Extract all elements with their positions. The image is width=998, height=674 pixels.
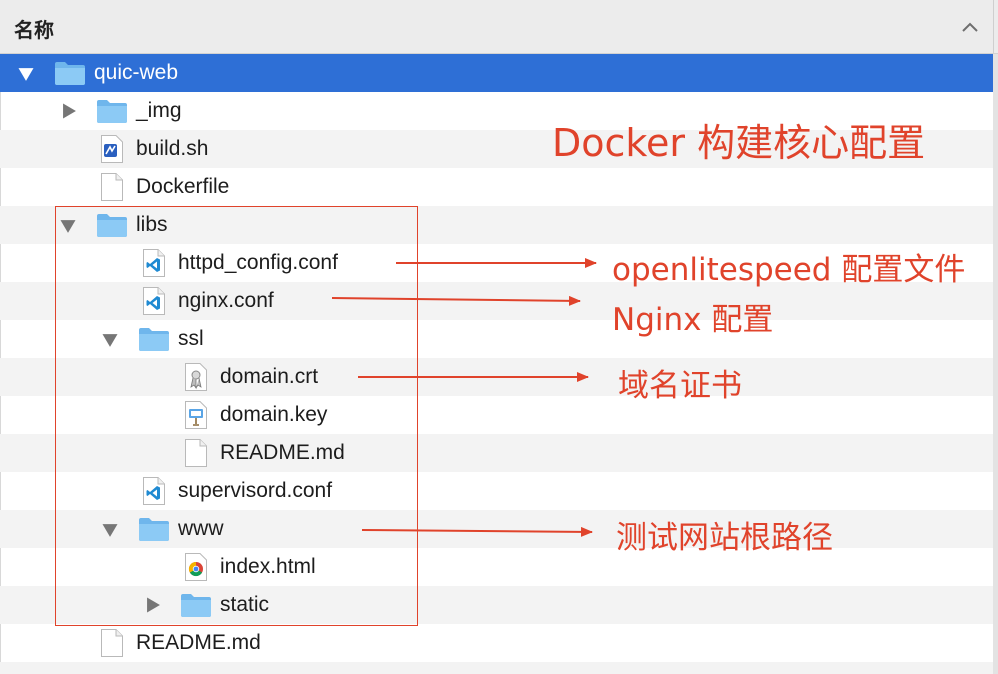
folder-icon bbox=[96, 98, 128, 124]
column-header[interactable]: 名称 bbox=[0, 0, 998, 54]
item-label: Dockerfile bbox=[136, 175, 230, 198]
item-label: README.md bbox=[136, 631, 261, 654]
annotation-docker: Docker 构建核心配置 bbox=[552, 121, 926, 165]
disclosure-expanded-icon[interactable] bbox=[17, 67, 35, 82]
annotation-openlitespeed: openlitespeed 配置文件 bbox=[612, 252, 966, 288]
item-label: _img bbox=[136, 99, 182, 122]
list-item-quic-web[interactable]: quic-web bbox=[0, 54, 998, 92]
shell-script-icon bbox=[100, 134, 124, 164]
column-header-name[interactable]: 名称 bbox=[14, 14, 54, 43]
libs-highlight-box bbox=[55, 206, 418, 626]
item-label: quic-web bbox=[94, 61, 179, 84]
annotation-webroot: 测试网站根路径 bbox=[616, 520, 833, 556]
item-label: build.sh bbox=[136, 137, 209, 160]
column-divider bbox=[993, 0, 994, 54]
folder-icon bbox=[54, 60, 86, 86]
annotation-nginx: Nginx 配置 bbox=[612, 302, 774, 338]
list-item-dockerfile[interactable]: Dockerfile bbox=[0, 168, 998, 206]
document-icon bbox=[100, 628, 124, 658]
scrollbar-track[interactable] bbox=[993, 54, 998, 674]
sort-ascending-icon[interactable] bbox=[960, 20, 980, 39]
document-icon bbox=[100, 172, 124, 202]
disclosure-collapsed-icon[interactable] bbox=[62, 102, 77, 120]
annotation-cert: 域名证书 bbox=[618, 368, 742, 404]
list-filler-row bbox=[0, 662, 998, 674]
list-item-root-readme[interactable]: README.md bbox=[0, 624, 998, 662]
